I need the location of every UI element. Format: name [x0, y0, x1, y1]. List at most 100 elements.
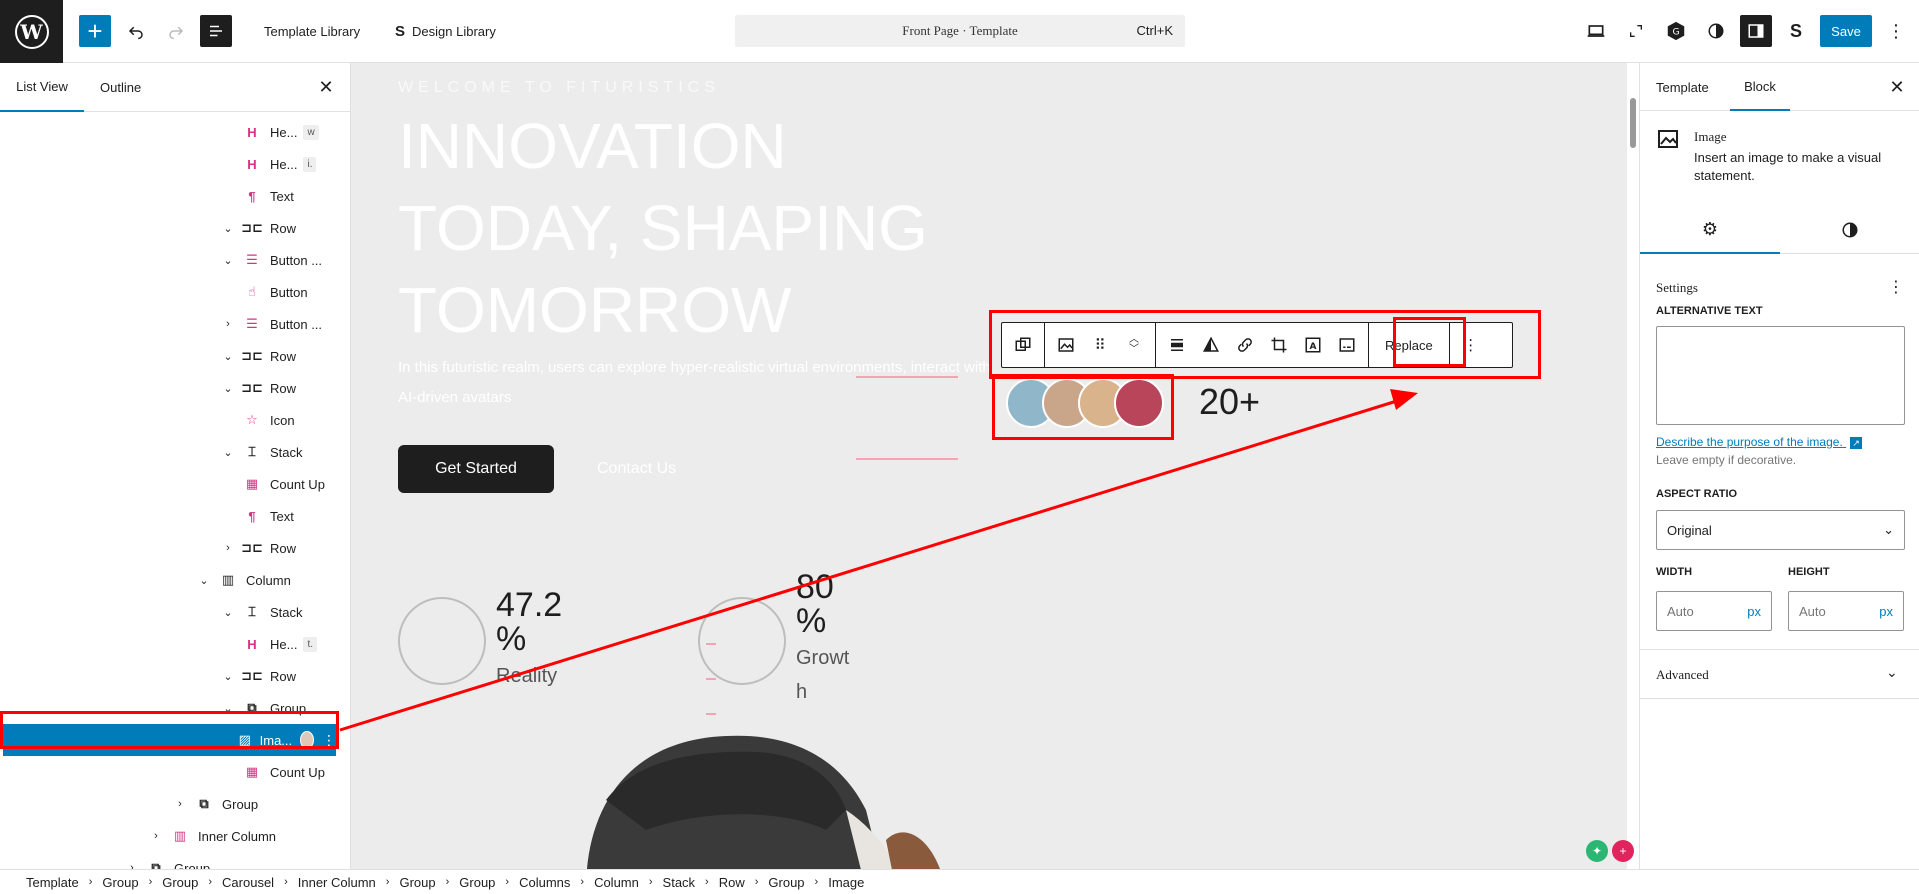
list-item[interactable]: › ☰ Button ... — [0, 308, 340, 340]
editor-canvas[interactable]: WELCOME TO FITURISTICS INNOVATION TODAY,… — [351, 63, 1633, 869]
chevron-down-icon[interactable]: ⌄ — [220, 254, 236, 267]
settings-section-title[interactable]: Settings — [1656, 280, 1698, 296]
assistant-icon[interactable]: + — [1612, 840, 1634, 862]
list-item[interactable]: ¶ Text — [0, 180, 340, 212]
chevron-right-icon[interactable]: › — [124, 862, 140, 869]
document-overview-button[interactable] — [200, 15, 232, 47]
template-library-link[interactable]: Template Library — [264, 0, 360, 63]
tab-outline[interactable]: Outline — [100, 63, 141, 112]
breadcrumb-item[interactable]: Group — [162, 875, 198, 890]
advanced-panel-toggle[interactable]: Advanced ⌄ — [1640, 649, 1919, 699]
list-item[interactable]: ☆ Icon — [0, 404, 340, 436]
tab-block[interactable]: Block — [1730, 63, 1790, 111]
chevron-down-icon[interactable]: ⌄ — [220, 350, 236, 363]
tab-list-view[interactable]: List View — [0, 63, 84, 112]
list-item[interactable]: ⌄ ⌶ Stack — [0, 596, 340, 628]
list-item[interactable]: › ⧉ Group — [0, 852, 340, 869]
breadcrumb-item[interactable]: Column — [594, 875, 639, 890]
chevron-down-icon[interactable]: ⌄ — [220, 446, 236, 459]
canvas-scrollbar[interactable] — [1627, 63, 1639, 869]
scrollbar-thumb[interactable] — [1630, 98, 1636, 148]
list-item[interactable]: ¶ Text — [0, 500, 340, 532]
contact-us-button[interactable]: Contact Us — [597, 445, 676, 493]
list-item[interactable]: ▦ Count Up — [0, 756, 340, 788]
list-item[interactable]: › ⊐⊏ Row — [0, 532, 340, 564]
list-item[interactable]: ⌄ ⊐⊏ Row — [0, 660, 340, 692]
chevron-down-icon[interactable]: ⌄ — [220, 670, 236, 683]
breadcrumb-item[interactable]: Group — [102, 875, 138, 890]
stat-label-reality[interactable]: Reality — [496, 659, 557, 693]
chevron-right-icon[interactable]: › — [220, 542, 236, 554]
spectra-button[interactable]: S — [1780, 15, 1812, 47]
list-item[interactable]: ⌄ ⊐⊏ Row — [0, 340, 340, 372]
list-item[interactable]: H He... w — [0, 116, 340, 148]
hero-intro-text[interactable]: In this futuristic realm, users can expl… — [398, 353, 998, 413]
alt-text-help-link[interactable]: Describe the purpose of the image. ↗ — [1656, 435, 1863, 449]
fullscreen-button[interactable] — [1620, 15, 1652, 47]
tab-template[interactable]: Template — [1656, 63, 1709, 111]
breadcrumb-item[interactable]: Image — [828, 875, 864, 890]
undo-button[interactable] — [120, 15, 152, 47]
chevron-right-icon[interactable]: › — [148, 830, 164, 842]
list-item[interactable]: › ⧉ Group — [0, 788, 340, 820]
breadcrumb-item[interactable]: Stack — [663, 875, 696, 890]
close-list-view-button[interactable]: ✕ — [315, 76, 337, 98]
list-item[interactable]: ⌄ ⌶ Stack — [0, 436, 340, 468]
hero-headline[interactable]: INNOVATION TODAY, SHAPING TOMORROW — [398, 105, 998, 351]
lightbulb-icon[interactable]: ✦ — [1586, 840, 1608, 862]
breadcrumb-item[interactable]: Columns — [519, 875, 570, 890]
list-item[interactable]: ☝ Button — [0, 276, 340, 308]
chevron-down-icon[interactable]: ⌄ — [220, 382, 236, 395]
kebab-icon: ⋮ — [1888, 279, 1904, 296]
list-item[interactable]: ▦ Count Up — [0, 468, 340, 500]
height-input[interactable]: Auto px — [1788, 591, 1904, 631]
alt-text-input[interactable] — [1656, 326, 1905, 425]
width-unit-select[interactable]: px — [1747, 604, 1761, 619]
breadcrumb-item[interactable]: Group — [768, 875, 804, 890]
list-item[interactable]: ⌄ ▥ Column — [0, 564, 340, 596]
width-input[interactable]: Auto px — [1656, 591, 1772, 631]
breadcrumb-item[interactable]: Carousel — [222, 875, 274, 890]
aspect-ratio-select[interactable]: Original ⌄ — [1656, 510, 1905, 550]
list-item[interactable]: ⌄ ⊐⊏ Row — [0, 212, 340, 244]
breadcrumb-item[interactable]: Template — [26, 875, 79, 890]
design-library-link[interactable]: S Design Library — [395, 0, 496, 63]
chevron-down-icon[interactable]: ⌄ — [196, 574, 212, 587]
plugin-g-button[interactable]: G — [1660, 15, 1692, 47]
list-item[interactable]: ⌄ ☰ Button ... — [0, 244, 340, 276]
save-button[interactable]: Save — [1820, 15, 1872, 47]
chevron-right-icon[interactable]: › — [172, 798, 188, 810]
list-item[interactable]: H He... t. — [0, 628, 340, 660]
list-item[interactable]: H He... i. — [0, 148, 340, 180]
settings-sidebar-toggle[interactable] — [1740, 15, 1772, 47]
redo-button[interactable] — [160, 15, 192, 47]
vr-headset-image[interactable] — [546, 730, 946, 869]
wordpress-logo[interactable]: W — [0, 0, 63, 63]
breadcrumb-item[interactable]: Group — [459, 875, 495, 890]
welcome-eyebrow[interactable]: WELCOME TO FITURISTICS — [398, 79, 720, 97]
close-sidebar-button[interactable]: ✕ — [1886, 76, 1908, 98]
stat-value-growth[interactable]: 80 % — [796, 570, 856, 638]
settings-options-button[interactable]: ⋮ — [1888, 277, 1904, 297]
get-started-button[interactable]: Get Started — [398, 445, 554, 493]
styles-button[interactable] — [1700, 15, 1732, 47]
count-up-value[interactable]: 20+ — [1199, 381, 1260, 423]
stat-label-growth[interactable]: Growt h — [796, 641, 866, 709]
chevron-right-icon[interactable]: › — [220, 318, 236, 330]
breadcrumb-item[interactable]: Group — [399, 875, 435, 890]
sidebar-icon — [1748, 24, 1764, 38]
block-inserter-button[interactable]: + — [79, 15, 111, 47]
options-button[interactable]: ⋮ — [1880, 15, 1912, 47]
chevron-down-icon[interactable]: ⌄ — [220, 222, 236, 235]
tab-styles[interactable] — [1780, 206, 1919, 254]
list-item[interactable]: ⌄ ⊐⊏ Row — [0, 372, 340, 404]
breadcrumb-item[interactable]: Inner Column — [298, 875, 376, 890]
height-unit-select[interactable]: px — [1879, 604, 1893, 619]
breadcrumb-item[interactable]: Row — [719, 875, 745, 890]
command-palette-bar[interactable]: Front Page · Template Ctrl+K — [735, 15, 1185, 47]
list-item[interactable]: › ▥ Inner Column — [0, 820, 340, 852]
stat-value-reality[interactable]: 47.2 % — [496, 588, 576, 656]
tab-settings[interactable]: ⚙ — [1640, 206, 1780, 254]
device-preview-button[interactable] — [1580, 15, 1612, 47]
chevron-down-icon[interactable]: ⌄ — [220, 606, 236, 619]
